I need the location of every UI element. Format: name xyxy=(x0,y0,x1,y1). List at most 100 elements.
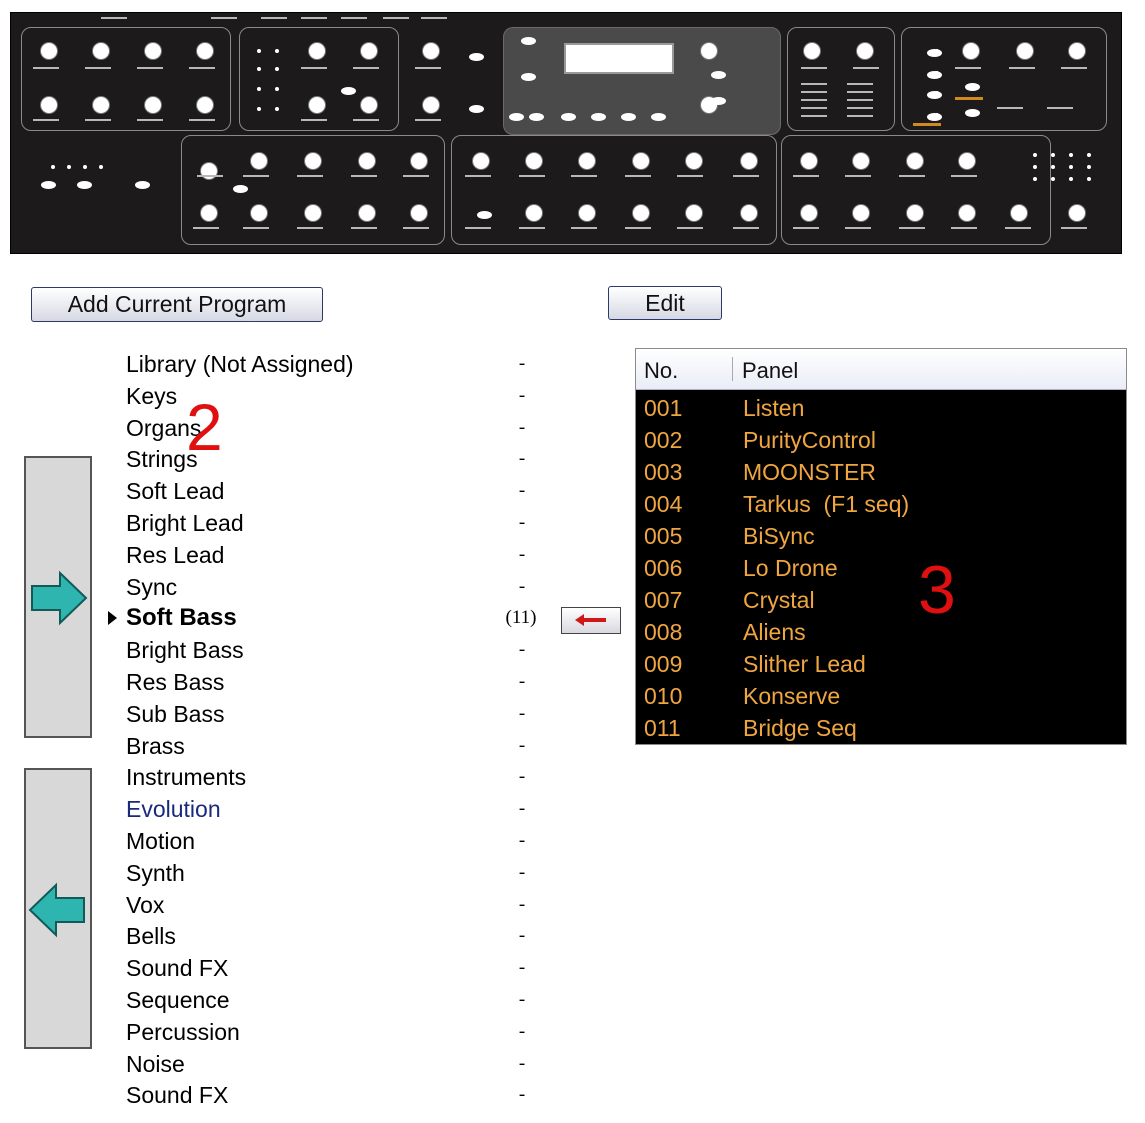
knob-icon xyxy=(411,153,427,169)
orange-label-mark xyxy=(955,97,983,100)
program-name: Listen xyxy=(743,395,805,421)
panel-label-text xyxy=(733,227,759,229)
column-header-panel[interactable]: Panel xyxy=(742,358,798,384)
teal-arrow-right-icon xyxy=(31,570,88,626)
panel-button-icon xyxy=(233,185,248,193)
category-count: - xyxy=(518,830,526,851)
knob-icon xyxy=(633,153,649,169)
category-label: Soft Bass xyxy=(126,604,237,632)
table-row[interactable]: 005 BiSync xyxy=(636,520,1126,552)
knob-icon xyxy=(801,205,817,221)
knob-icon xyxy=(1011,205,1027,221)
table-row[interactable]: 006 Lo Drone xyxy=(636,552,1126,584)
add-current-program-button[interactable]: Add Current Program xyxy=(31,287,323,322)
category-label: Bright Lead xyxy=(126,510,244,536)
lcd-display xyxy=(564,43,674,74)
panel-button-icon xyxy=(77,181,92,189)
category-item[interactable]: Sub Bass - xyxy=(126,698,546,730)
panel-label-text xyxy=(261,17,287,19)
assign-to-category-button[interactable] xyxy=(561,607,621,634)
panel-label-text xyxy=(403,227,429,229)
selected-indicator-icon xyxy=(108,611,117,626)
category-item[interactable]: Synth - xyxy=(126,857,546,889)
category-item[interactable]: Res Lead - xyxy=(126,539,546,571)
category-item[interactable]: Soft Bass (11) xyxy=(108,602,546,634)
led-indicator-icon xyxy=(257,107,261,111)
category-count: - xyxy=(518,1084,526,1106)
knob-icon xyxy=(197,43,213,59)
table-row[interactable]: 009 Slither Lead xyxy=(636,648,1126,680)
category-item[interactable]: Res Bass - xyxy=(126,666,546,698)
category-label: Soft Lead xyxy=(126,478,225,505)
synth-front-panel-image xyxy=(10,12,1122,254)
annotation-marker-list: 2 xyxy=(186,390,223,464)
category-label: Evolution xyxy=(126,796,221,823)
teal-arrow-left-icon xyxy=(28,882,85,938)
knob-icon xyxy=(686,153,702,169)
table-row[interactable]: 008 Aliens xyxy=(636,616,1126,648)
category-item[interactable]: Brass - xyxy=(126,730,546,762)
category-item[interactable]: Sequence - xyxy=(126,984,546,1016)
knob-icon xyxy=(93,97,109,113)
move-left-panel[interactable] xyxy=(24,768,92,1049)
table-row[interactable]: 003 MOONSTER xyxy=(636,456,1126,488)
panel-button-icon xyxy=(965,109,980,117)
category-item[interactable]: Bright Bass - xyxy=(126,634,546,666)
category-count: - xyxy=(518,766,526,788)
knob-icon xyxy=(959,153,975,169)
category-label: Synth xyxy=(126,859,185,886)
knob-icon xyxy=(411,205,427,221)
panel-label-text xyxy=(793,175,819,177)
category-count: - xyxy=(518,861,526,883)
category-item[interactable]: Noise - xyxy=(126,1048,546,1080)
category-item[interactable]: Evolution - xyxy=(126,793,546,825)
panel-label-text xyxy=(211,17,237,19)
panel-label-text xyxy=(847,83,873,85)
knob-icon xyxy=(741,153,757,169)
table-row[interactable]: 002 PurityControl xyxy=(636,424,1126,456)
panel-label-text xyxy=(415,67,441,69)
panel-label-text xyxy=(1061,67,1087,69)
table-row[interactable]: 010 Konserve xyxy=(636,680,1126,712)
category-item[interactable]: Sound FX - xyxy=(126,1079,546,1111)
knob-icon xyxy=(701,43,717,59)
table-row[interactable]: 007 Crystal xyxy=(636,584,1126,616)
panel-button-icon xyxy=(711,97,726,105)
category-item[interactable]: Bells - xyxy=(126,920,546,952)
table-header: No. Panel xyxy=(636,349,1126,390)
panel-button-icon xyxy=(651,113,666,121)
category-item[interactable]: Bright Lead - xyxy=(126,507,546,539)
panel-label-text xyxy=(1061,227,1087,229)
knob-icon xyxy=(201,205,217,221)
knob-icon xyxy=(633,205,649,221)
panel-label-text xyxy=(243,227,269,229)
category-count: - xyxy=(518,925,526,947)
category-label: Sequence xyxy=(126,987,230,1013)
category-item[interactable]: Percussion - xyxy=(126,1016,546,1048)
table-row[interactable]: 011 Bridge Seq xyxy=(636,712,1126,744)
category-item[interactable]: Library (Not Assigned) - xyxy=(126,348,546,380)
led-indicator-icon xyxy=(1033,165,1037,169)
panel-label-text xyxy=(465,175,491,177)
category-label: Bells xyxy=(126,923,176,950)
category-item[interactable]: Sync - xyxy=(126,571,546,603)
knob-icon xyxy=(686,205,702,221)
category-item[interactable]: Sound FX - xyxy=(126,952,546,984)
category-item[interactable]: Soft Lead - xyxy=(126,475,546,507)
category-item[interactable]: Motion - xyxy=(126,825,546,857)
program-table[interactable]: No. Panel 001 Listen 002 PurityControl 003 MO… xyxy=(635,348,1127,745)
program-name: Slither Lead xyxy=(743,651,866,677)
led-indicator-icon xyxy=(99,165,103,169)
knob-icon xyxy=(804,43,820,59)
column-header-no[interactable]: No. xyxy=(644,358,678,384)
edit-button[interactable]: Edit xyxy=(608,286,722,320)
move-right-panel[interactable] xyxy=(24,456,92,738)
category-item[interactable]: Vox - xyxy=(126,889,546,921)
category-item[interactable]: Instruments - xyxy=(126,761,546,793)
table-row[interactable]: 001 Listen xyxy=(636,392,1126,424)
category-label: Library (Not Assigned) xyxy=(126,351,354,377)
panel-label-text xyxy=(353,67,379,69)
column-divider[interactable] xyxy=(732,357,733,381)
category-count: - xyxy=(518,575,526,597)
table-row[interactable]: 004 Tarkus (F1 seq) xyxy=(636,488,1126,520)
